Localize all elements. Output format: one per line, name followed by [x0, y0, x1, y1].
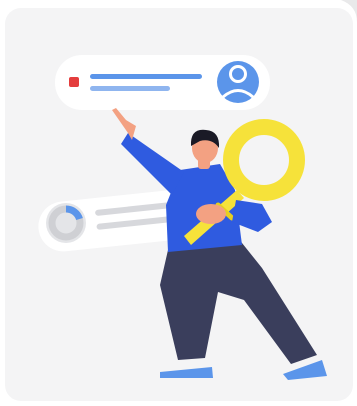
- search-illustration: [38, 55, 327, 380]
- user-avatar-icon: [217, 61, 259, 103]
- donut-chart-icon: [46, 203, 86, 243]
- left-shoe: [160, 367, 213, 378]
- profile-line-1: [90, 74, 202, 79]
- profile-line-2: [90, 86, 170, 91]
- person-legs: [160, 238, 317, 364]
- right-shoe: [283, 360, 327, 380]
- profile-card: [55, 55, 270, 110]
- status-square-icon: [69, 77, 79, 87]
- pointing-arm: [121, 133, 184, 195]
- pointing-hand: [112, 108, 136, 140]
- holding-hand: [196, 204, 226, 224]
